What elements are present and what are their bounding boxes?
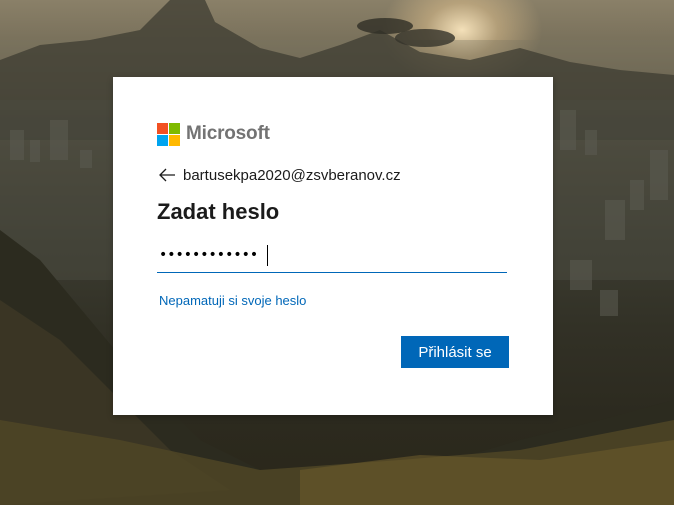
logo-square-yellow xyxy=(169,134,180,146)
text-caret xyxy=(267,245,268,266)
logo-square-blue xyxy=(157,134,168,146)
microsoft-logo: Microsoft xyxy=(157,122,270,146)
sign-in-card: Microsoft bartusekpa2020@zsvberanov.cz Z… xyxy=(113,77,553,415)
logo-square-green xyxy=(169,122,180,134)
microsoft-logo-icon xyxy=(157,122,180,146)
arrow-left-icon[interactable] xyxy=(159,168,177,182)
forgot-password-link[interactable]: Nepamatuji si svoje heslo xyxy=(159,293,306,308)
sign-in-button[interactable]: Přihlásit se xyxy=(401,336,509,368)
logo-square-red xyxy=(157,122,168,134)
arrow-left-glyph xyxy=(159,168,175,182)
page-title: Zadat heslo xyxy=(157,199,280,224)
brand-name: Microsoft xyxy=(186,123,270,144)
password-input[interactable] xyxy=(157,240,511,270)
password-field-wrapper xyxy=(157,240,511,273)
account-email: bartusekpa2020@zsvberanov.cz xyxy=(183,166,401,184)
identity-banner: bartusekpa2020@zsvberanov.cz xyxy=(159,165,401,185)
